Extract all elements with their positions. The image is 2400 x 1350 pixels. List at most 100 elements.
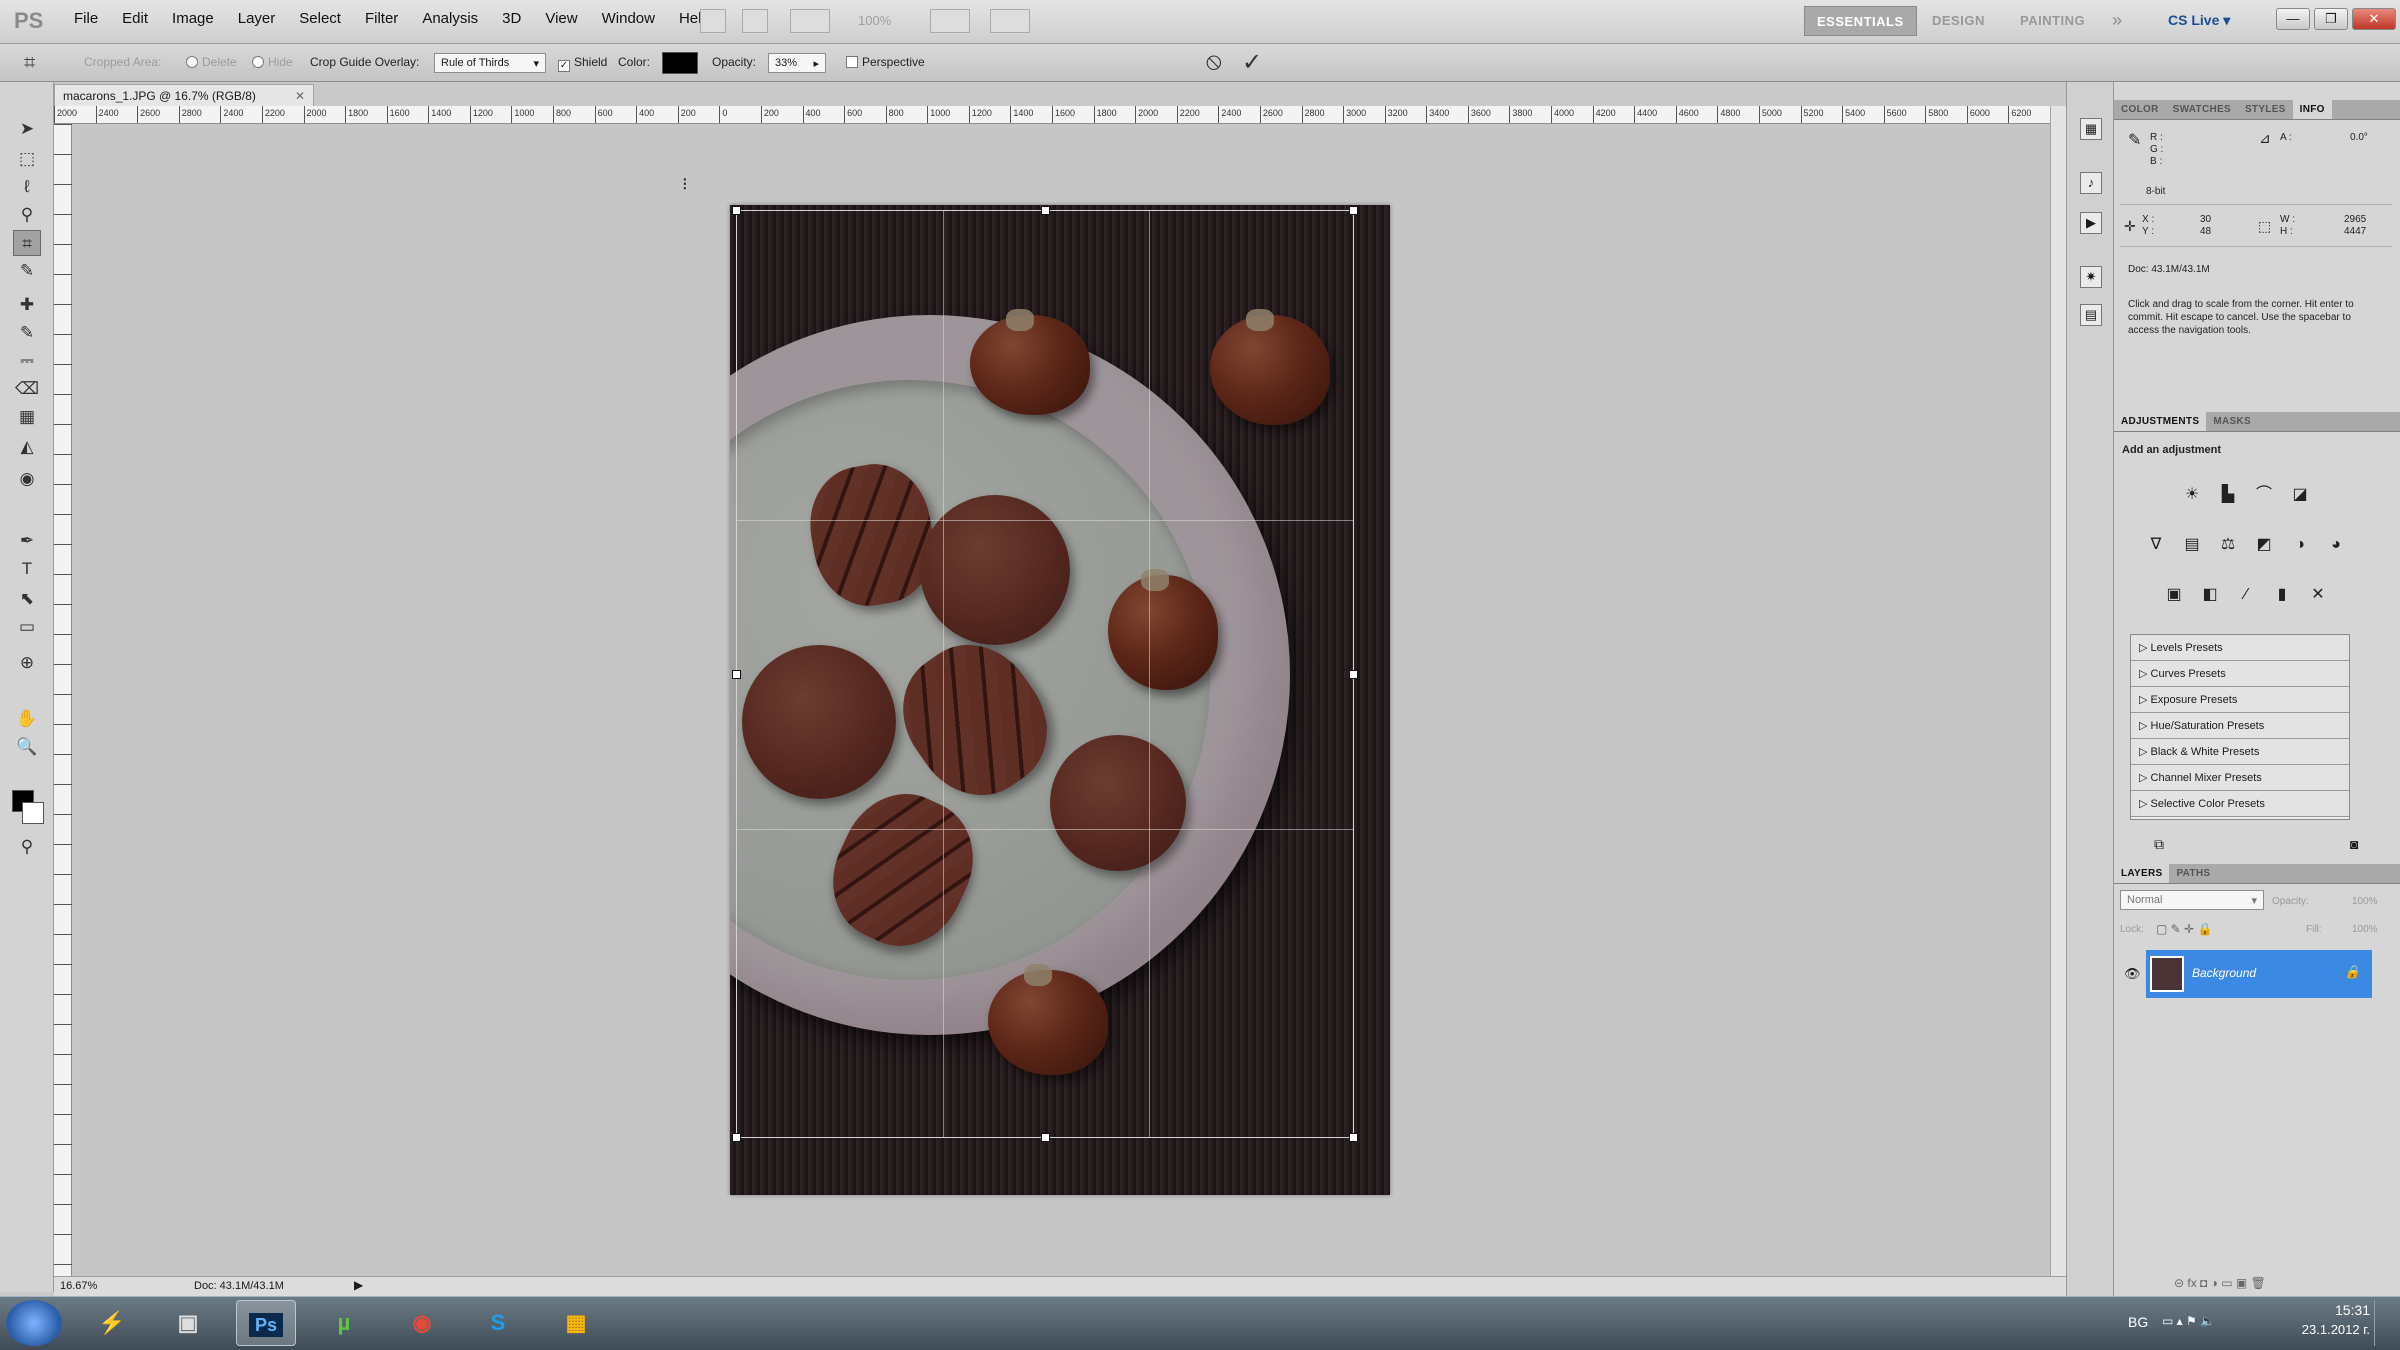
gradient-map-icon[interactable]: ▮ [2268, 582, 2296, 608]
taskbar-app-icon[interactable]: ⚡ [82, 1300, 142, 1346]
lasso-tool-icon[interactable]: ℓ [13, 174, 41, 200]
screen-mode-icon[interactable] [990, 9, 1030, 33]
taskbar-chrome-icon[interactable]: ◉ [392, 1300, 452, 1346]
layer-opacity-value[interactable]: 100% [2352, 896, 2378, 907]
marquee-tool-icon[interactable]: ⬚ [13, 146, 41, 172]
blend-mode-select[interactable]: Normal ▾ [2120, 890, 2264, 910]
tab-layers[interactable]: LAYERS [2114, 864, 2170, 883]
preset-hue-saturation[interactable]: ▷ Hue/Saturation Presets [2131, 713, 2349, 739]
menu-file[interactable]: File [62, 10, 110, 27]
workspace-painting[interactable]: PAINTING [2008, 6, 2097, 36]
invert-icon[interactable]: ▣ [2160, 582, 2188, 608]
background-color-swatch[interactable] [22, 802, 44, 824]
crop-tool-icon[interactable]: ⌗ [13, 230, 41, 256]
hide-radio[interactable]: Hide [252, 55, 293, 69]
crop-handle-r[interactable] [1349, 670, 1358, 679]
healing-brush-tool-icon[interactable]: ✚ [13, 292, 41, 318]
document-tab[interactable]: macarons_1.JPG @ 16.7% (RGB/8) ✕ [54, 84, 314, 106]
eraser-tool-icon[interactable]: ⌫ [13, 376, 41, 402]
restore-button[interactable]: ❐ [2314, 8, 2348, 30]
preset-black-white[interactable]: ▷ Black & White Presets [2131, 739, 2349, 765]
exposure-icon[interactable]: ◪ [2286, 482, 2314, 508]
3d-panel-icon[interactable]: ✷ [2080, 266, 2102, 288]
brush-tool-icon[interactable]: ✎ [13, 320, 41, 346]
clock-time[interactable]: 15:31 [2296, 1302, 2370, 1318]
tab-paths[interactable]: PATHS [2169, 864, 2217, 883]
tab-color[interactable]: COLOR [2114, 100, 2166, 119]
actions-panel-icon[interactable]: ♪ [2080, 172, 2102, 194]
taskbar-app-icon[interactable]: ▦ [546, 1300, 606, 1346]
pen-tool-icon[interactable]: ✒ [13, 528, 41, 554]
crop-tool-icon[interactable]: ⌗ [24, 52, 35, 75]
layer-background-row[interactable]: Background 🔒 [2146, 950, 2372, 998]
taskbar-explorer-icon[interactable]: ▣ [158, 1300, 218, 1346]
curves-icon[interactable]: ⌒ [2250, 482, 2278, 508]
layer-footer-icons[interactable]: ⊝ fx ◘ ◑ ▭ ▣ 🗑 [2174, 1276, 2266, 1290]
quick-select-tool-icon[interactable]: ⚲ [13, 202, 41, 228]
black-white-icon[interactable]: ◩ [2250, 532, 2278, 558]
photo-filter-icon[interactable]: ◑ [2286, 532, 2314, 558]
posterize-icon[interactable]: ◧ [2196, 582, 2224, 608]
hue-saturation-icon[interactable]: ▤ [2178, 532, 2206, 558]
lock-icons[interactable]: ▢ ✎ ✛ 🔒 [2156, 922, 2212, 936]
menu-image[interactable]: Image [160, 10, 226, 27]
show-desktop-button[interactable] [2374, 1300, 2398, 1346]
taskbar-utorrent-icon[interactable]: µ [314, 1300, 374, 1346]
layer-name[interactable]: Background [2192, 966, 2256, 980]
menu-window[interactable]: Window [590, 10, 667, 27]
tab-masks[interactable]: MASKS [2206, 412, 2258, 431]
path-selection-tool-icon[interactable]: ⬉ [13, 586, 41, 612]
cs-live-button[interactable]: CS Live ▾ [2168, 12, 2230, 29]
quick-mask-icon[interactable]: ⚲ [13, 834, 41, 860]
start-button[interactable] [6, 1300, 62, 1346]
opacity-input[interactable]: 33% ▸ [768, 53, 826, 73]
crop-handle-br[interactable] [1349, 1133, 1358, 1142]
dodge-tool-icon[interactable]: ◉ [13, 466, 41, 492]
zoom-tool-icon[interactable]: 🔍 [13, 734, 41, 760]
preset-levels[interactable]: ▷ Levels Presets [2131, 635, 2349, 661]
photo-image[interactable] [730, 205, 1390, 1195]
more-workspaces-icon[interactable]: » [2112, 10, 2122, 31]
vibrance-icon[interactable]: ∇ [2142, 532, 2170, 558]
preset-curves[interactable]: ▷ Curves Presets [2131, 661, 2349, 687]
launch-bridge-icon[interactable] [700, 9, 726, 33]
launch-minibridge-icon[interactable] [742, 9, 768, 33]
color-balance-icon[interactable]: ⚖ [2214, 532, 2242, 558]
crop-handle-l[interactable] [732, 670, 741, 679]
perspective-checkbox[interactable]: Perspective [846, 55, 925, 69]
crop-guide-select[interactable]: Rule of Thirds ▾ [434, 53, 546, 73]
tab-info[interactable]: INFO [2292, 100, 2332, 119]
menu-view[interactable]: View [533, 10, 589, 27]
menu-analysis[interactable]: Analysis [410, 10, 490, 27]
menu-edit[interactable]: Edit [110, 10, 160, 27]
threshold-icon[interactable]: ⁄ [2232, 582, 2260, 608]
move-tool-icon[interactable]: ➤ [13, 116, 41, 142]
selective-color-icon[interactable]: ✕ [2304, 582, 2332, 608]
crop-handle-tr[interactable] [1349, 206, 1358, 215]
status-zoom[interactable]: 16.67% [60, 1280, 97, 1292]
brightness-contrast-icon[interactable]: ☀ [2178, 482, 2206, 508]
shape-tool-icon[interactable]: ▭ [13, 614, 41, 640]
clone-stamp-tool-icon[interactable]: ⎓ [13, 348, 41, 374]
delete-radio[interactable]: Delete [186, 55, 237, 69]
close-button[interactable]: ✕ [2352, 8, 2396, 30]
crop-handle-tl[interactable] [732, 206, 741, 215]
tab-adjustments[interactable]: ADJUSTMENTS [2114, 412, 2207, 431]
workspace-design[interactable]: DESIGN [1920, 6, 1997, 36]
arrange-documents-icon[interactable] [930, 9, 970, 33]
minimize-button[interactable]: — [2276, 8, 2310, 30]
menu-filter[interactable]: Filter [353, 10, 410, 27]
preset-selective-color[interactable]: ▷ Selective Color Presets [2131, 791, 2349, 817]
shield-color-swatch[interactable] [662, 52, 698, 74]
close-document-icon[interactable]: ✕ [295, 89, 305, 103]
crop-handle-bl[interactable] [732, 1133, 741, 1142]
return-to-list-icon[interactable]: ⧉ [2154, 836, 2164, 853]
crop-handle-b[interactable] [1041, 1133, 1050, 1142]
properties-panel-icon[interactable]: ▤ [2080, 304, 2102, 326]
workspace-essentials[interactable]: ESSENTIALS [1804, 6, 1917, 36]
hand-tool-icon[interactable]: ✋ [13, 706, 41, 732]
status-menu-arrow-icon[interactable]: ▶ [354, 1278, 363, 1292]
zoom-level[interactable]: 100% [858, 13, 891, 28]
channel-mixer-icon[interactable]: ◕ [2322, 532, 2350, 558]
levels-icon[interactable]: ▙ [2214, 482, 2242, 508]
